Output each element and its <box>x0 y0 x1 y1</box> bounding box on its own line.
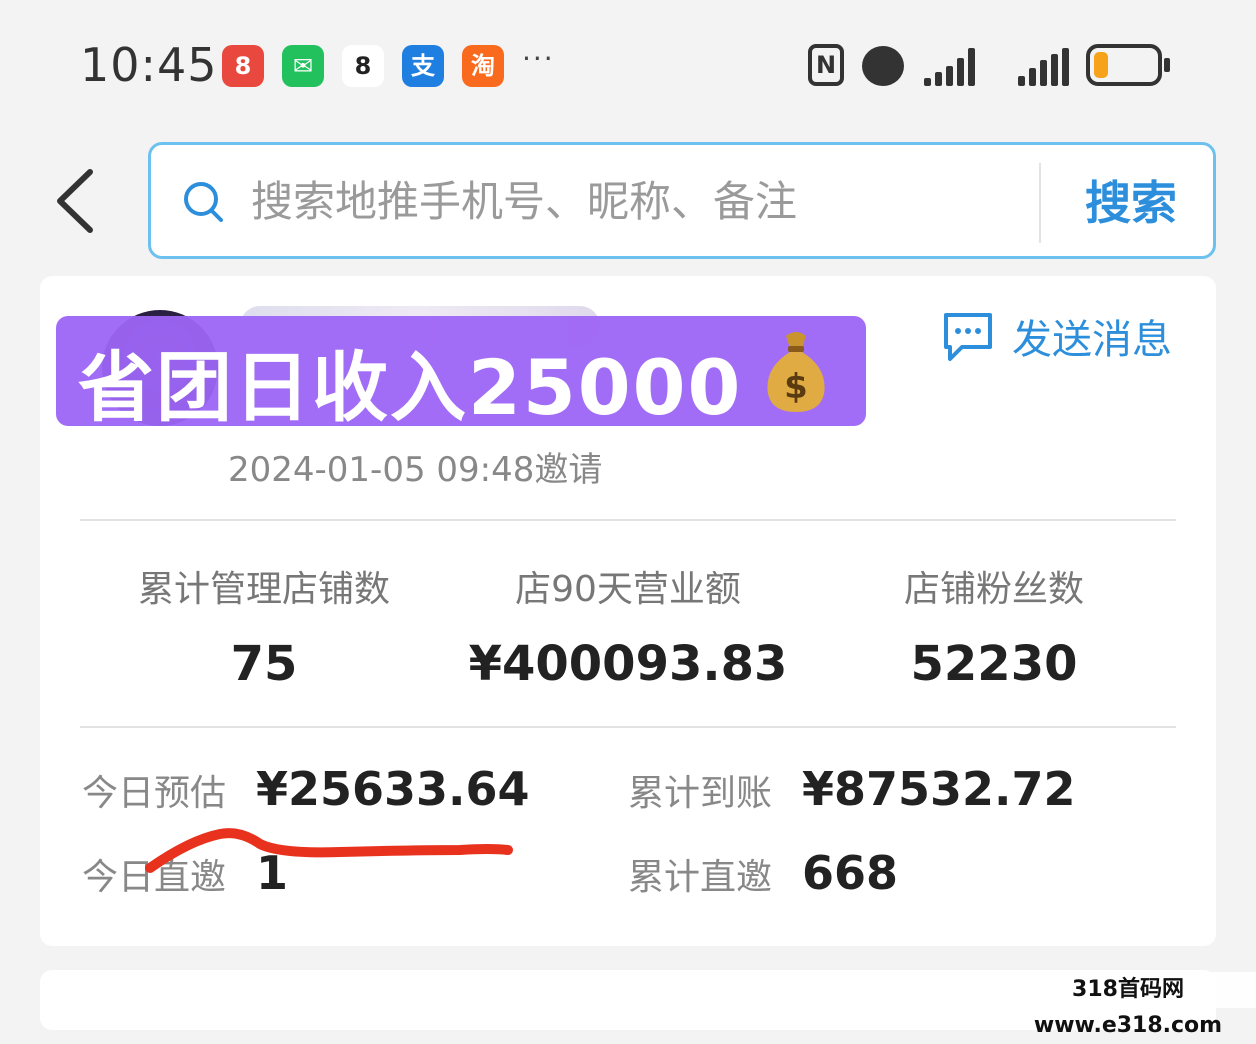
search-divider <box>1039 163 1041 243</box>
total-received-label: 累计到账 <box>628 773 773 814</box>
today-estimate-label: 今日预估 <box>82 773 227 814</box>
money-bag-icon: $ <box>767 332 825 412</box>
divider <box>80 726 1176 728</box>
stat-label: 累计管理店铺数 <box>137 569 390 610</box>
nfc-icon: N <box>808 44 844 86</box>
chevron-left-icon <box>57 169 93 233</box>
watermark: 318首码网 www.e318.com <box>1000 972 1256 1038</box>
total-received: 累计到账 ¥87532.72 <box>628 762 1076 816</box>
stat-value: 75 <box>230 636 298 692</box>
today-estimate-value: ¥25633.64 <box>256 762 530 816</box>
search-bar: 搜索 <box>148 142 1216 259</box>
taobao-icon: 淘 <box>462 45 504 87</box>
send-message-button[interactable]: 发送消息 <box>940 306 1172 366</box>
status-bar: 10:45 8 ✉ 8 支 淘 ··· N <box>0 0 1256 120</box>
wechat-icon: ✉ <box>282 45 324 87</box>
total-invites: 累计直邀 668 <box>628 846 898 900</box>
chat-bubble-icon <box>944 313 992 361</box>
red-underline-annotation <box>145 828 513 873</box>
alipay-icon: 支 <box>402 45 444 87</box>
stat-value: ¥400093.83 <box>468 636 788 692</box>
svg-text:$: $ <box>784 367 808 407</box>
status-time: 10:45 <box>80 38 218 92</box>
today-estimate: 今日预估 ¥25633.64 <box>82 762 530 816</box>
search-icon <box>184 182 223 222</box>
stat-90day-revenue: 店90天营业额 ¥400093.83 <box>448 560 808 692</box>
alarm-icon <box>862 46 904 86</box>
search-input[interactable] <box>251 165 1031 237</box>
invite-time: 2024-01-05 09:48邀请 <box>228 450 603 490</box>
stat-managed-stores: 累计管理店铺数 75 <box>84 560 444 692</box>
notification-app-icon: 8 <box>342 45 384 87</box>
promo-banner: 省团日收入25000 $ <box>56 316 866 432</box>
stat-label: 店90天营业额 <box>515 569 741 610</box>
send-message-label: 发送消息 <box>1012 317 1172 363</box>
notification-app-icon: 8 <box>222 45 264 87</box>
signal-icon <box>1018 46 1069 86</box>
stat-value: 52230 <box>910 636 1078 692</box>
battery-icon <box>1086 44 1170 86</box>
total-received-value: ¥87532.72 <box>802 762 1076 816</box>
stat-label: 店铺粉丝数 <box>903 569 1084 610</box>
divider <box>80 519 1176 521</box>
total-invites-label: 累计直邀 <box>628 857 773 898</box>
promo-banner-text: 省团日收入25000 <box>78 343 743 432</box>
stat-store-fans: 店铺粉丝数 52230 <box>814 560 1174 692</box>
more-notifications-icon: ··· <box>522 42 555 75</box>
signal-icon <box>924 46 975 86</box>
total-invites-value: 668 <box>802 846 899 900</box>
search-button[interactable]: 搜索 <box>1051 165 1211 241</box>
back-button[interactable] <box>52 168 100 234</box>
